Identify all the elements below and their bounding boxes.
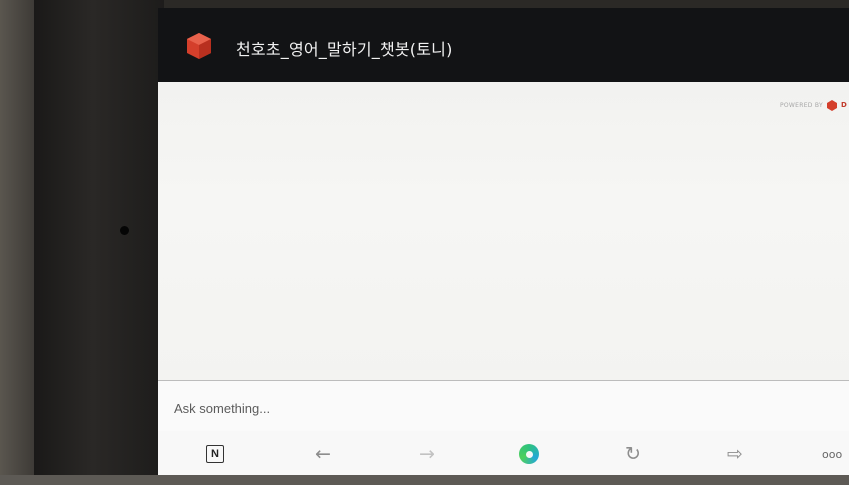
reload-button[interactable]: ↻ [618,441,648,467]
forward-button[interactable]: → [412,441,442,467]
powered-by-label: POWERED BY [779,101,823,109]
composer [158,381,849,431]
background-bottom [0,475,849,485]
brand-logo-icon [827,99,837,111]
powered-by-brand: D [841,101,848,109]
share-icon: ⇨ [727,443,743,465]
tablet-screen: 천호초_영어_말하기_챗봇(토니) POWERED BY D N ← → ↻ [158,8,849,477]
back-arrow-icon: ← [315,443,331,465]
ask-input[interactable] [174,397,774,419]
chat-messages-area[interactable]: POWERED BY D [158,82,849,380]
reload-icon: ↻ [625,443,641,465]
app-logo-icon [187,33,211,59]
forward-arrow-icon: → [419,443,435,465]
naver-button[interactable]: N [200,441,230,467]
home-ring-icon [519,444,539,464]
app-title: 천호초_영어_말하기_챗봇(토니) [236,40,453,59]
browser-nav-bar: N ← → ↻ ⇨ ooo [158,431,849,477]
more-icon: ooo [822,447,843,461]
naver-icon: N [206,445,224,463]
powered-by-badge[interactable]: POWERED BY D [780,98,849,112]
more-button[interactable]: ooo [822,441,849,467]
back-button[interactable]: ← [308,441,338,467]
home-button[interactable] [514,441,544,467]
status-bar [723,8,849,18]
front-camera [120,226,129,235]
tablet-bezel [34,0,164,485]
app-header: 천호초_영어_말하기_챗봇(토니) [158,8,849,82]
share-button[interactable]: ⇨ [720,441,750,467]
